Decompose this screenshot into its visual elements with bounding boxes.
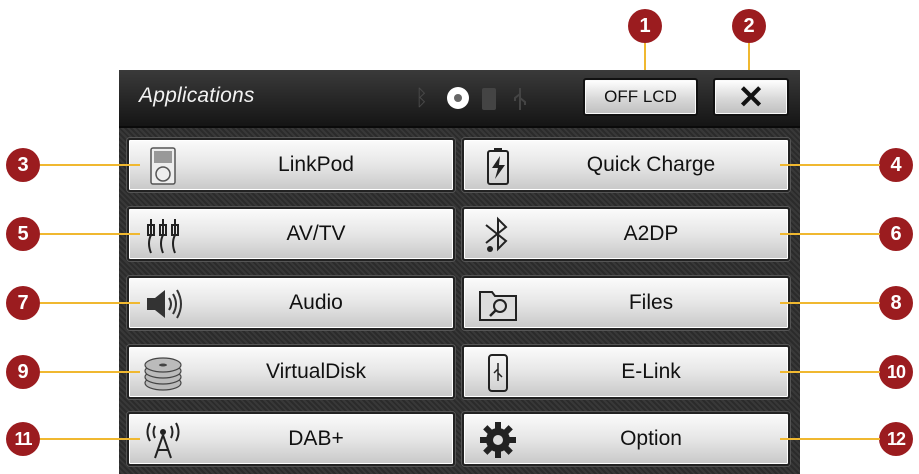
status-icons: ᛒ <box>415 84 555 112</box>
disc-stack-icon <box>144 357 182 391</box>
callout-12: 12 <box>879 422 913 456</box>
virtualdisk-label: VirtualDisk <box>266 360 366 383</box>
speaker-icon <box>147 289 182 319</box>
header-bar: Applications ᛒ OFF LCD ✕ <box>119 70 800 128</box>
quick-charge-label: Quick Charge <box>586 153 716 176</box>
quick-charge-button[interactable]: Quick Charge <box>462 138 790 192</box>
leader-line-3 <box>40 164 140 166</box>
applications-screen: Applications ᛒ OFF LCD ✕ LinkPod Quick C… <box>119 70 800 474</box>
leader-line-12 <box>780 438 880 440</box>
leader-line-4 <box>780 164 880 166</box>
battery-charge-icon <box>487 148 509 185</box>
dab-plus-label: DAB+ <box>288 427 344 450</box>
av-tv-label: AV/TV <box>286 222 346 245</box>
files-button[interactable]: Files <box>462 276 790 330</box>
leader-line-9 <box>40 371 140 373</box>
close-icon: ✕ <box>737 79 765 115</box>
close-button[interactable]: ✕ <box>713 78 789 116</box>
callout-1: 1 <box>628 9 662 43</box>
leader-line-10 <box>780 371 880 373</box>
ipod-icon <box>150 147 176 185</box>
leader-line-6 <box>780 233 880 235</box>
av-cable-icon <box>147 219 179 254</box>
virtualdisk-button[interactable]: VirtualDisk <box>127 345 455 399</box>
e-link-label: E-Link <box>621 360 681 383</box>
leader-line-7 <box>40 302 140 304</box>
callout-4: 4 <box>879 148 913 182</box>
linkpod-button[interactable]: LinkPod <box>127 138 455 192</box>
leader-line-5 <box>40 233 140 235</box>
callout-8: 8 <box>879 286 913 320</box>
linkpod-label: LinkPod <box>278 153 354 176</box>
a2dp-label: A2DP <box>623 222 679 245</box>
off-lcd-button[interactable]: OFF LCD <box>583 78 698 116</box>
a2dp-button[interactable]: A2DP <box>462 207 790 261</box>
option-label: Option <box>620 427 682 450</box>
gear-icon <box>480 422 516 458</box>
callout-11: 11 <box>6 422 40 456</box>
disc-icon <box>447 87 469 109</box>
callout-5: 5 <box>6 217 40 251</box>
folder-search-icon <box>479 291 517 321</box>
callout-9: 9 <box>6 355 40 389</box>
audio-label: Audio <box>289 291 343 314</box>
callout-3: 3 <box>6 148 40 182</box>
audio-button[interactable]: Audio <box>127 276 455 330</box>
bluetooth-icon: ᛒ <box>415 85 429 110</box>
files-label: Files <box>628 291 674 314</box>
callout-10: 10 <box>879 355 913 389</box>
phone-icon <box>482 88 496 110</box>
radio-antenna-icon <box>146 422 180 459</box>
leader-line-8 <box>780 302 880 304</box>
bluetooth-music-icon <box>485 216 508 252</box>
leader-line-11 <box>40 438 140 440</box>
dab-plus-button[interactable]: DAB+ <box>127 412 455 466</box>
usb-icon <box>514 88 526 110</box>
callout-7: 7 <box>6 286 40 320</box>
callout-2: 2 <box>732 9 766 43</box>
phone-usb-icon <box>488 354 508 392</box>
e-link-button[interactable]: E-Link <box>462 345 790 399</box>
option-button[interactable]: Option <box>462 412 790 466</box>
av-tv-button[interactable]: AV/TV <box>127 207 455 261</box>
page-title: Applications <box>139 84 255 107</box>
callout-6: 6 <box>879 217 913 251</box>
